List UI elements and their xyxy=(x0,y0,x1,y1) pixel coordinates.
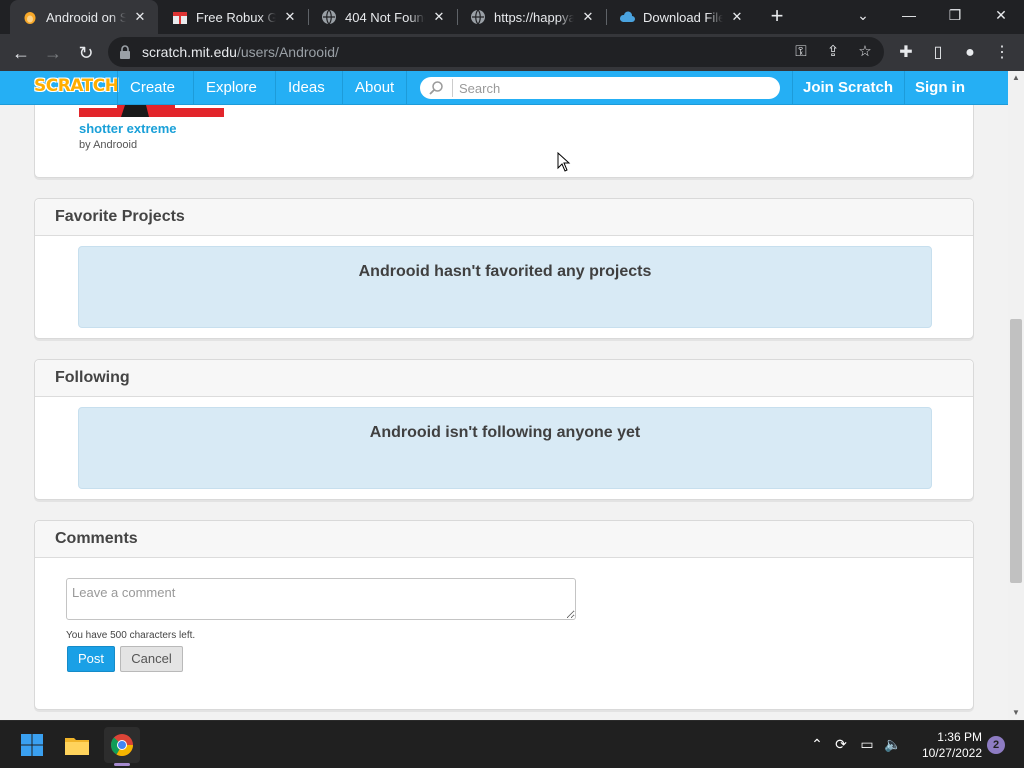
search-icon xyxy=(428,80,444,96)
tab-happyapps[interactable]: https://happyapps ✕ xyxy=(458,0,606,34)
profile-icon[interactable]: ● xyxy=(960,43,980,63)
project-author: by Androoid xyxy=(79,139,138,151)
browser-toolbar: ← → ↻ scratch.mit.edu/users/Androoid/ ⚿ … xyxy=(0,34,1024,71)
scroll-down-arrow-icon[interactable]: ▼ xyxy=(1008,706,1024,720)
address-bar[interactable]: scratch.mit.edu/users/Androoid/ ⚿ ⇪ ☆ xyxy=(108,37,884,67)
system-clock[interactable]: 1:36 PM 10/27/2022 xyxy=(912,729,982,761)
tab-404[interactable]: 404 Not Found ✕ xyxy=(309,0,457,34)
reload-icon[interactable]: ↻ xyxy=(73,40,99,66)
tab-androoid-scratch[interactable]: Androoid on Scratch ✕ xyxy=(10,0,158,34)
sign-in-link[interactable]: Sign in xyxy=(904,71,975,105)
characters-left-text: You have 500 characters left. xyxy=(66,630,196,641)
tab-free-robux[interactable]: Free Robux Generator ✕ xyxy=(160,0,308,34)
scrollbar-thumb[interactable] xyxy=(1010,319,1022,583)
favorites-empty-message: Androoid hasn't favorited any projects xyxy=(78,246,932,328)
shared-projects-box: shotter extreme by Androoid xyxy=(34,105,974,178)
menu-icon[interactable]: ⋮ xyxy=(992,43,1012,63)
following-empty-message: Androoid isn't following anyone yet xyxy=(78,407,932,489)
search-input[interactable] xyxy=(452,79,772,97)
cancel-button[interactable]: Cancel xyxy=(120,646,183,672)
close-tab-icon[interactable]: ✕ xyxy=(431,9,447,25)
windows-start-icon[interactable] xyxy=(14,727,50,763)
extensions-icon[interactable]: ✚ xyxy=(896,43,916,63)
favorite-projects-box: Favorite Projects Androoid hasn't favori… xyxy=(34,198,974,339)
comments-heading: Comments xyxy=(35,521,973,558)
tab-download-file[interactable]: Download File ✕ xyxy=(607,0,755,34)
cloud-icon xyxy=(619,9,635,25)
project-title-link[interactable]: shotter extreme xyxy=(79,121,177,136)
notification-badge[interactable]: 2 xyxy=(987,736,1005,754)
side-panel-icon[interactable]: ▯ xyxy=(928,43,948,63)
bookmark-star-icon[interactable]: ☆ xyxy=(856,43,874,61)
tab-search-icon[interactable]: ⌄ xyxy=(840,0,886,32)
favorite-projects-heading: Favorite Projects xyxy=(35,199,973,236)
following-box: Following Androoid isn't following anyon… xyxy=(34,359,974,500)
globe-icon xyxy=(321,9,337,25)
forward-icon[interactable]: → xyxy=(40,40,66,66)
volume-icon[interactable]: 🔈 xyxy=(884,735,902,753)
network-icon[interactable]: ▭ xyxy=(858,735,876,753)
join-scratch-link[interactable]: Join Scratch xyxy=(792,71,903,105)
close-tab-icon[interactable]: ✕ xyxy=(282,9,298,25)
page-scrollbar[interactable]: ▲ ▼ xyxy=(1008,71,1024,720)
sync-icon[interactable]: ⟳ xyxy=(832,735,850,753)
close-tab-icon[interactable]: ✕ xyxy=(729,9,745,25)
lock-icon[interactable] xyxy=(118,44,134,60)
new-tab-button[interactable]: + xyxy=(766,5,788,28)
chrome-taskbar-icon[interactable] xyxy=(104,727,140,763)
active-app-indicator xyxy=(114,763,130,766)
windows-taskbar: ⌃ ⟳ ▭ 🔈 1:36 PM 10/27/2022 2 xyxy=(0,720,1024,768)
scratch-cat-icon xyxy=(22,9,38,25)
tab-strip: Androoid on Scratch ✕ Free Robux Generat… xyxy=(0,0,1024,34)
share-icon[interactable]: ⇪ xyxy=(824,43,842,61)
scratch-logo[interactable]: SCRATCH xyxy=(34,76,119,96)
nav-create[interactable]: Create xyxy=(117,71,187,105)
scroll-up-arrow-icon[interactable]: ▲ xyxy=(1008,71,1024,85)
close-window-icon[interactable]: ✕ xyxy=(978,0,1024,32)
mouse-cursor-icon xyxy=(557,152,571,172)
key-icon[interactable]: ⚿ xyxy=(792,43,810,61)
nav-explore[interactable]: Explore xyxy=(193,71,269,105)
search-bar xyxy=(420,77,780,99)
gift-icon xyxy=(172,9,188,25)
comments-box: Comments You have 500 characters left. P… xyxy=(34,520,974,710)
globe-icon xyxy=(470,9,486,25)
close-tab-icon[interactable]: ✕ xyxy=(580,9,596,25)
back-icon[interactable]: ← xyxy=(8,40,34,66)
show-hidden-icons-icon[interactable]: ⌃ xyxy=(808,735,826,753)
clock-time: 1:36 PM xyxy=(937,730,982,744)
post-button[interactable]: Post xyxy=(67,646,115,672)
url-text: scratch.mit.edu/users/Androoid/ xyxy=(142,44,339,60)
scratch-navbar: SCRATCH Create Explore Ideas About Join … xyxy=(0,71,1008,105)
project-thumbnail[interactable] xyxy=(79,105,224,117)
minimize-icon[interactable]: — xyxy=(886,0,932,32)
nav-ideas[interactable]: Ideas xyxy=(275,71,337,105)
comment-textarea[interactable] xyxy=(66,578,576,620)
profile-page-content: shotter extreme by Androoid Favorite Pro… xyxy=(0,105,1008,720)
nav-about[interactable]: About xyxy=(342,71,408,105)
clock-date: 10/27/2022 xyxy=(921,746,982,760)
close-tab-icon[interactable]: ✕ xyxy=(132,9,148,25)
following-heading: Following xyxy=(35,360,973,397)
file-explorer-icon[interactable] xyxy=(59,727,95,763)
restore-icon[interactable]: ❐ xyxy=(932,0,978,32)
